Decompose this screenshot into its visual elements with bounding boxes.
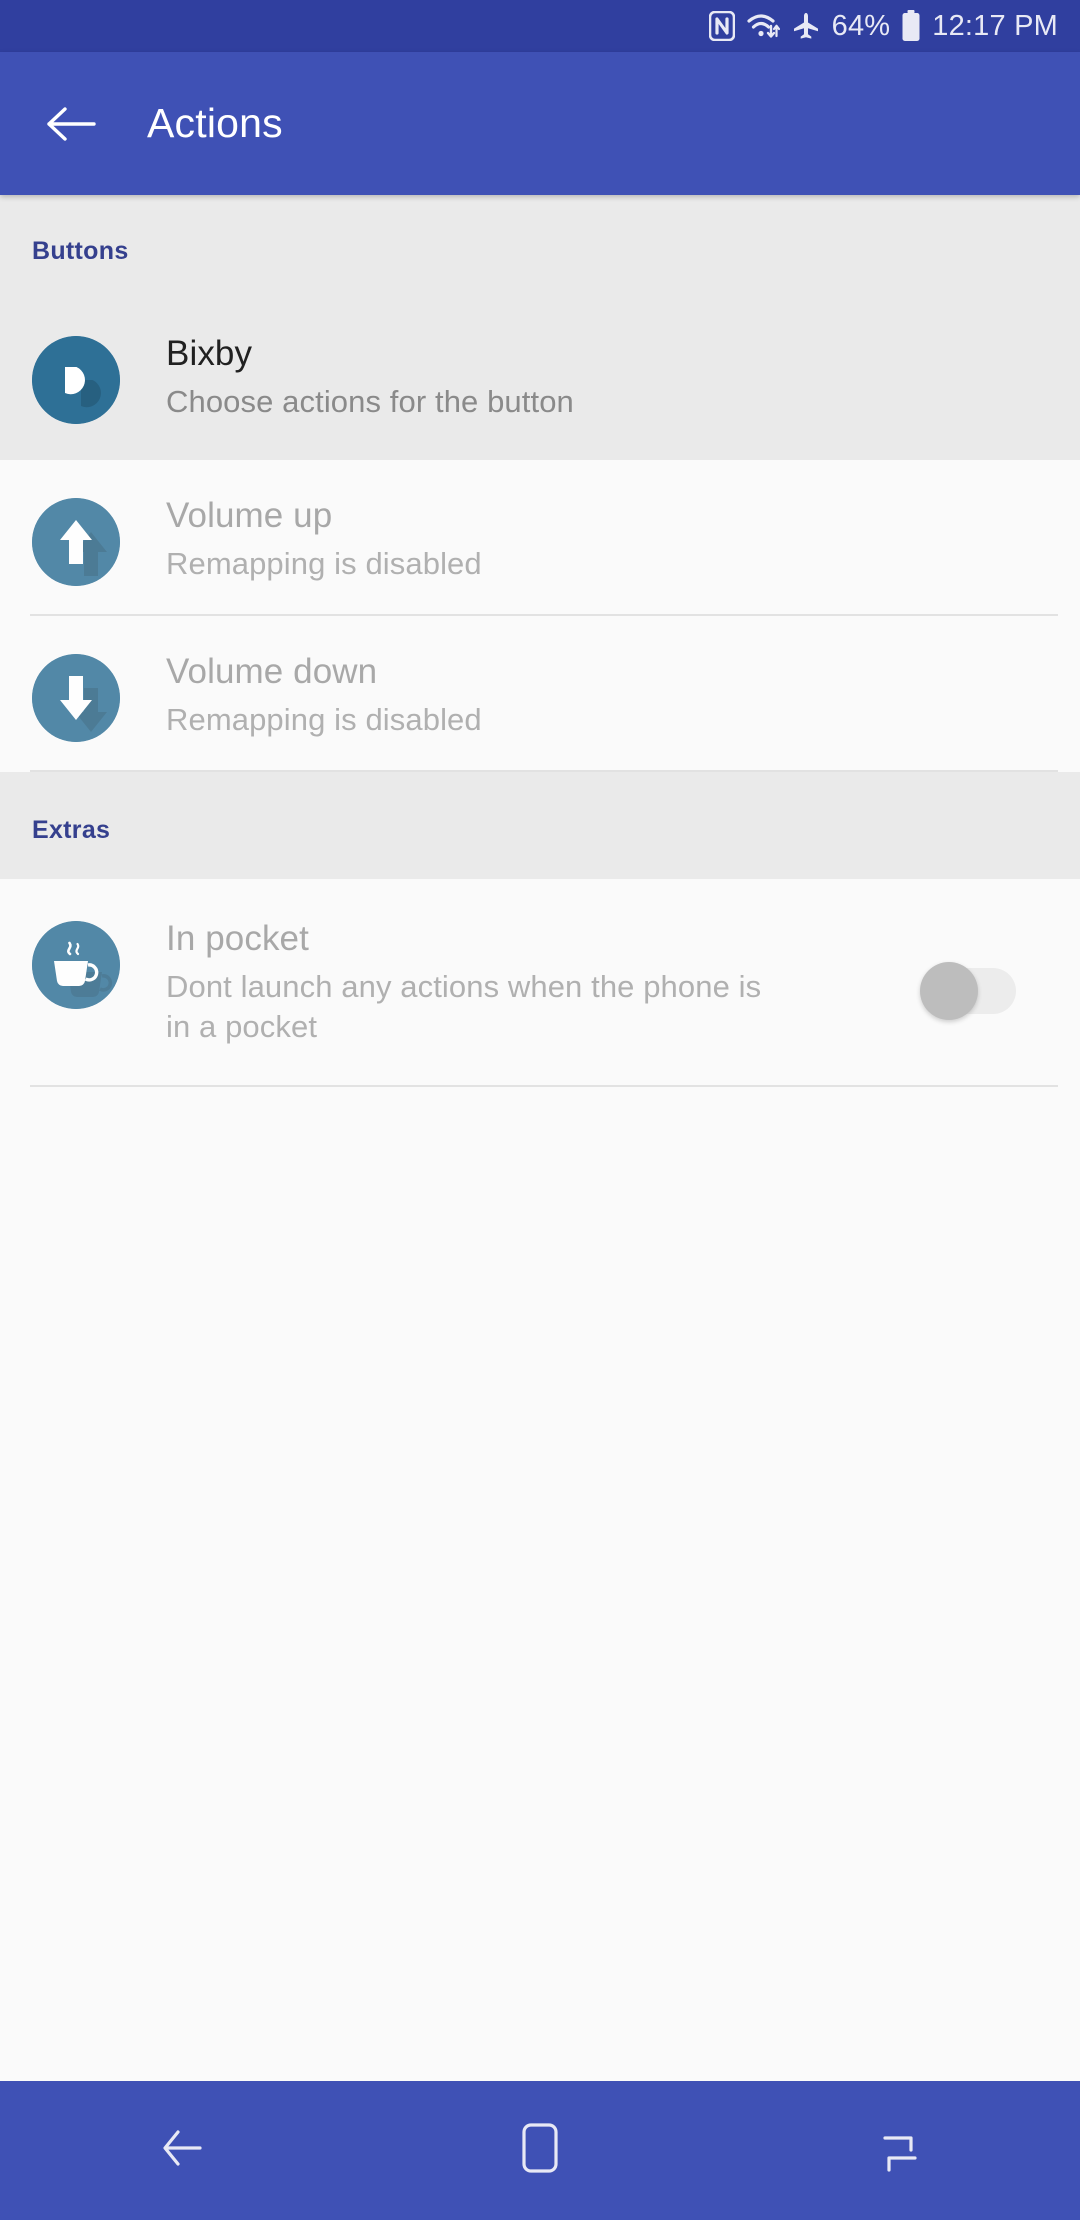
list-item-text-block: Bixby Choose actions for the button <box>166 332 574 422</box>
nfc-icon <box>708 11 735 41</box>
coffee-cup-icon <box>32 921 120 1009</box>
nav-back-button[interactable] <box>0 2081 360 2220</box>
arrow-up-icon <box>32 498 120 586</box>
list-item-text-block: Volume down Remapping is disabled <box>166 650 482 740</box>
page-title: Actions <box>147 100 283 146</box>
list-item-in-pocket[interactable]: In pocket Dont launch any actions when t… <box>0 879 1080 1087</box>
system-navigation-bar <box>0 2081 1080 2220</box>
list-item-bixby[interactable]: Bixby Choose actions for the button <box>0 296 1080 460</box>
list-item-volume-down[interactable]: Volume down Remapping is disabled <box>0 616 1080 772</box>
back-icon <box>152 2120 208 2181</box>
arrow-down-icon <box>32 654 120 742</box>
section-header-buttons: Buttons <box>0 195 1080 296</box>
battery-icon <box>901 10 921 42</box>
list-item-subtitle: Dont launch any actions when the phone i… <box>166 969 762 1044</box>
list-item-text-block: In pocket Dont launch any actions when t… <box>166 917 766 1047</box>
list-item-title: Bixby <box>166 334 253 373</box>
list-item-subtitle: Remapping is disabled <box>166 702 482 738</box>
list-item-title: Volume up <box>166 496 333 535</box>
list-item-subtitle: Remapping is disabled <box>166 546 482 582</box>
airplane-mode-icon <box>791 11 821 41</box>
in-pocket-toggle[interactable] <box>920 961 1016 1020</box>
toggle-thumb <box>920 961 978 1020</box>
recents-icon <box>875 2120 925 2181</box>
clock-label: 12:17 PM <box>932 9 1058 42</box>
list-item-title: In pocket <box>166 919 309 958</box>
list-item-text-block: Volume up Remapping is disabled <box>166 494 482 584</box>
status-bar: 64% 12:17 PM <box>0 0 1080 52</box>
battery-percent-label: 64% <box>831 9 891 42</box>
list-item-title: Volume down <box>166 652 378 691</box>
home-icon <box>516 2119 564 2182</box>
phone-screen: 64% 12:17 PM Actions Buttons Bixby Choos… <box>0 0 1080 2220</box>
list-item-volume-up[interactable]: Volume up Remapping is disabled <box>0 460 1080 616</box>
nav-recents-button[interactable] <box>720 2081 1080 2220</box>
app-toolbar: Actions <box>0 52 1080 195</box>
settings-content: Buttons Bixby Choose actions for the but… <box>0 195 1080 2220</box>
list-item-subtitle: Choose actions for the button <box>166 384 574 420</box>
bixby-teardrop-icon <box>32 336 120 424</box>
wifi-icon <box>746 11 780 41</box>
section-header-extras: Extras <box>0 772 1080 879</box>
nav-home-button[interactable] <box>360 2081 720 2220</box>
back-arrow-icon[interactable] <box>42 95 100 153</box>
content-empty-space <box>0 1086 1080 2220</box>
